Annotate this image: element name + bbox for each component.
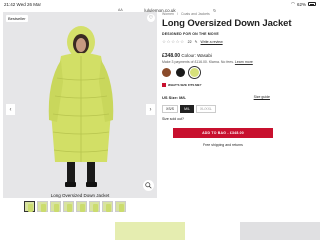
write-review-link[interactable]: Write a review [201, 40, 223, 44]
zoom-button[interactable] [143, 180, 154, 191]
size-option[interactable]: XS/S [162, 105, 178, 113]
review-count[interactable]: 22 [188, 40, 192, 44]
previous-image-button[interactable]: ‹ [6, 104, 15, 115]
colour-name: Colour: Wasabi [181, 53, 212, 58]
learn-more-link[interactable]: Learn more [235, 60, 253, 64]
bestseller-badge: Bestseller [6, 15, 28, 22]
shipping-note[interactable]: Free shipping and returns [173, 143, 273, 147]
next-image-button[interactable]: › [146, 104, 155, 115]
thumbnail[interactable] [24, 201, 35, 212]
status-time: 21:42 Wed 26 Mar [4, 1, 41, 7]
size-option[interactable]: XL/XXL [195, 105, 216, 113]
wishlist-heart-icon[interactable]: ♡ [147, 14, 155, 22]
size-header: US Size: M/L Size guide [162, 95, 316, 100]
fit-icon [162, 83, 166, 87]
product-subtitle: DESIGNED FOR ON THE MOVE [162, 32, 219, 36]
thumbnail[interactable] [89, 201, 100, 212]
size-option-selected[interactable]: M/L [179, 105, 194, 113]
thumbnail[interactable] [50, 201, 61, 212]
size-guide-link[interactable]: Size guide [254, 95, 270, 100]
add-to-bag-button[interactable]: ADD TO BAG - £348.00 [173, 128, 273, 138]
breadcrumb-women[interactable]: Women [162, 12, 174, 16]
image-caption: Long Oversized Down Jacket [50, 193, 110, 198]
recommendation-card[interactable] [240, 222, 320, 240]
swatch-brown[interactable] [162, 68, 171, 77]
breadcrumb-coats[interactable]: Coats and Jackets [181, 12, 210, 16]
price: £348.00 [162, 53, 181, 59]
breadcrumb-separator: / [177, 12, 178, 16]
thumbnail[interactable] [63, 201, 74, 212]
colour-swatches [162, 66, 316, 79]
product-photo [48, 26, 114, 187]
recommendation-card[interactable] [115, 222, 185, 240]
breadcrumb: Women / Coats and Jackets [162, 12, 316, 16]
product-image-gallery[interactable]: Bestseller ♡ ‹ › Long Oversized Down Jac… [3, 12, 157, 198]
thumbnail[interactable] [37, 201, 48, 212]
star-rating-icon: ☆☆☆☆☆ [162, 39, 185, 44]
thumbnail[interactable] [115, 201, 126, 212]
edit-icon: ✎ [194, 40, 198, 44]
size-selector: XS/S M/L XL/XXL [162, 105, 316, 113]
battery-icon [308, 2, 316, 6]
battery-percent: 62% [296, 1, 306, 7]
swatch-wasabi[interactable] [188, 66, 201, 79]
swatch-black[interactable] [176, 68, 185, 77]
size-label: US Size: M/L [162, 95, 187, 100]
price-row: £348.00 Colour: Wasabi [162, 53, 316, 59]
thumbnail[interactable] [102, 201, 113, 212]
sold-out-link[interactable]: Size sold out? [162, 117, 316, 121]
klarna-note: Make 3 payments of £116.00. Klarna. No f… [162, 60, 253, 64]
size-fit-link[interactable]: WHAT'S SIZE FITS ME? [162, 83, 316, 87]
magnifier-icon [145, 182, 152, 189]
product-title: Long Oversized Down Jacket [162, 18, 292, 29]
rating-row: ☆☆☆☆☆ 22 ✎ Write a review [162, 39, 316, 45]
thumbnail-strip [24, 201, 126, 212]
product-details: Women / Coats and Jackets Long Oversized… [162, 12, 316, 147]
thumbnail[interactable] [76, 201, 87, 212]
